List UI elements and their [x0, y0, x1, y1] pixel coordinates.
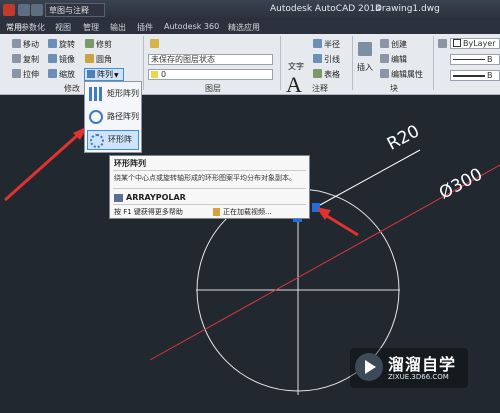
save-icon[interactable]	[18, 4, 30, 16]
array-icon	[87, 70, 95, 78]
scale-icon	[48, 69, 57, 78]
array-button[interactable]: 阵列▼	[84, 68, 124, 81]
watermark: 溜溜自学 ZIXUE.3D66.COM	[350, 348, 468, 388]
annotation-arrow	[321, 211, 359, 237]
tooltip-title: 环形阵列	[114, 159, 146, 168]
tab-output[interactable]: 输出	[110, 22, 126, 33]
create-block-button[interactable]: 创建	[380, 39, 407, 50]
divider	[113, 170, 306, 171]
scale-button[interactable]: 缩放	[48, 69, 75, 80]
video-icon	[213, 208, 220, 216]
layer-dropdown[interactable]: 0	[148, 69, 273, 80]
linetype-dropdown[interactable]: B	[450, 54, 500, 65]
divider	[433, 36, 434, 90]
tab-manage[interactable]: 管理	[83, 22, 99, 33]
document-title: Drawing1.dwg	[375, 4, 440, 14]
watermark-logo-icon	[355, 353, 383, 381]
edit-block-button[interactable]: 编辑	[380, 54, 407, 65]
block-panel-label: 块	[390, 84, 398, 93]
stretch-icon	[12, 69, 21, 78]
divider	[352, 36, 353, 90]
radius-button[interactable]: 半径	[313, 39, 340, 50]
rotate-icon	[48, 39, 57, 48]
divider	[113, 188, 306, 189]
lineweight-sample	[453, 74, 485, 77]
edit-icon	[380, 54, 389, 63]
text-label: 文字	[288, 62, 304, 71]
app-menu-icon[interactable]	[3, 4, 15, 16]
modify-panel-label: 修改	[64, 84, 80, 93]
rectangular-array-item[interactable]: 矩形阵列	[87, 84, 139, 104]
trim-icon	[85, 39, 94, 48]
tab-plugins[interactable]: 插件	[137, 22, 153, 33]
copy-button[interactable]: 复制	[12, 54, 39, 65]
workspace-selector[interactable]: 草图与注释	[45, 3, 105, 17]
rectangular-array-icon	[89, 87, 103, 101]
undo-icon[interactable]	[31, 4, 43, 16]
tooltip-help: 按 F1 键获得更多帮助	[114, 208, 183, 216]
fillet-icon	[85, 54, 94, 63]
path-array-icon	[89, 110, 103, 124]
polar-array-tooltip: 环形阵列 绕某个中心点或旋转轴形成的环形图案平均分布对象副本。 ARRAYPOL…	[109, 155, 310, 219]
leader-button[interactable]: 引线	[313, 54, 340, 65]
annotation-panel-label: 注释	[312, 84, 328, 93]
color-dropdown[interactable]: ByLayer	[450, 38, 500, 49]
app-title: Autodesk AutoCAD 2014	[270, 4, 381, 14]
ribbon-panel: 移动 旋转 修剪 复制 镜像 圆角 拉伸 缩放 修改 未保存的图层状态 0 图层…	[0, 34, 500, 97]
divider	[143, 36, 144, 90]
array-dropdown-menu: 矩形阵列 路径阵列 环形阵列	[84, 81, 142, 164]
watermark-url: ZIXUE.3D66.COM	[388, 373, 449, 381]
tooltip-description: 绕某个中心点或旋转轴形成的环形图案平均分布对象副本。	[114, 174, 296, 182]
polar-array-icon	[90, 134, 104, 148]
layer-properties-icon[interactable]	[150, 39, 161, 50]
move-icon	[12, 39, 21, 48]
table-icon	[313, 69, 322, 78]
radius-leader	[319, 149, 421, 206]
bulb-icon	[151, 71, 158, 78]
tab-view[interactable]: 视图	[55, 22, 71, 33]
watermark-title: 溜溜自学	[388, 355, 457, 374]
tab-parametric[interactable]: 参数化	[21, 22, 45, 33]
layer-state-dropdown[interactable]: 未保存的图层状态	[148, 54, 273, 65]
match-properties-icon[interactable]	[438, 39, 449, 50]
polar-array-item[interactable]: 环形阵列	[87, 130, 139, 164]
copy-icon	[12, 54, 21, 63]
stretch-button[interactable]: 拉伸	[12, 69, 39, 80]
tooltip-command: ARRAYPOLAR	[126, 193, 186, 202]
table-button[interactable]: 表格	[313, 69, 340, 80]
title-bar: 草图与注释 Autodesk AutoCAD 2014 Drawing1.dwg	[0, 0, 500, 20]
rotate-button[interactable]: 旋转	[48, 39, 75, 50]
color-swatch-icon	[453, 39, 461, 47]
mirror-button[interactable]: 镜像	[48, 54, 75, 65]
linetype-sample	[453, 59, 485, 60]
radius-icon	[313, 39, 322, 48]
command-icon	[114, 194, 123, 202]
tooltip-video: 正在加载视频...	[223, 208, 272, 216]
annotation-arrow	[4, 131, 81, 202]
lineweight-dropdown[interactable]: B	[450, 70, 500, 81]
path-array-item[interactable]: 路径阵列	[87, 107, 139, 127]
autocad-window: 草图与注释 Autodesk AutoCAD 2014 Drawing1.dwg…	[0, 0, 500, 413]
insert-icon[interactable]	[358, 42, 374, 60]
insert-label[interactable]: 插入	[357, 62, 373, 73]
mirror-icon	[48, 54, 57, 63]
trim-button[interactable]: 修剪	[85, 39, 112, 50]
ribbon-tabs: 常用 参数化 视图 管理 输出 插件 Autodesk 360 精选应用	[0, 20, 500, 34]
tab-home[interactable]: 常用	[6, 22, 22, 33]
edit-attributes-button[interactable]: 编辑属性	[380, 69, 423, 80]
attributes-icon	[380, 69, 389, 78]
move-button[interactable]: 移动	[12, 39, 39, 50]
layers-panel-label: 图层	[205, 84, 221, 93]
divider	[280, 36, 281, 90]
chevron-down-icon: ▼	[114, 72, 119, 79]
create-icon	[380, 39, 389, 48]
divider	[113, 204, 306, 205]
leader-icon	[313, 54, 322, 63]
tab-featured-apps[interactable]: 精选应用	[228, 22, 260, 33]
tab-autodesk360[interactable]: Autodesk 360	[164, 22, 219, 31]
fillet-button[interactable]: 圆角	[85, 54, 112, 65]
